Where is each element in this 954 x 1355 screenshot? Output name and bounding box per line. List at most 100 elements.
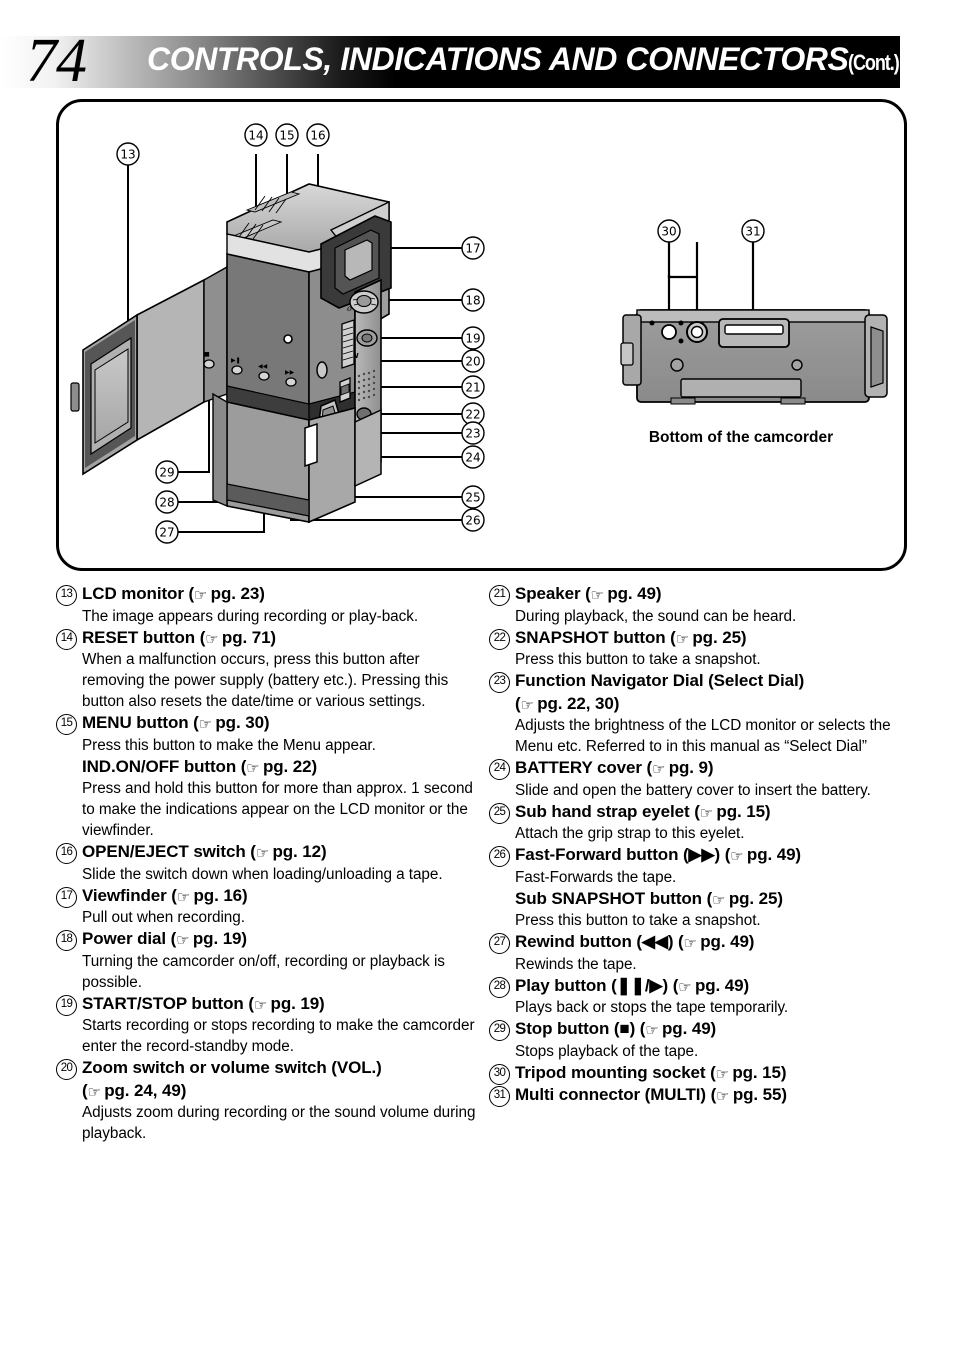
- pointing-hand-icon: ☞: [678, 977, 692, 996]
- list-item: 30 Tripod mounting socket (☞ pg. 15): [489, 1062, 914, 1085]
- page-reference[interactable]: (☞ pg. 49): [585, 584, 661, 604]
- svg-text:31: 31: [745, 225, 760, 239]
- item-title: OPEN/EJECT switch (☞ pg. 12): [82, 841, 481, 864]
- svg-text:27: 27: [159, 526, 174, 540]
- svg-text:21: 21: [465, 381, 480, 395]
- item-description: When a malfunction occurs, press this bu…: [82, 651, 449, 710]
- callout-21: 21: [461, 375, 485, 399]
- list-item: 19 START/STOP button (☞ pg. 19) Starts rec…: [56, 993, 481, 1058]
- item-title: Stop button (■) (☞ pg. 49): [515, 1018, 914, 1041]
- list-item: 22 SNAPSHOT button (☞ pg. 25) Press this b…: [489, 627, 914, 671]
- page-reference[interactable]: (☞ pg. 15): [694, 802, 770, 822]
- item-number-badge: 16: [56, 843, 77, 864]
- svg-text:◀◀: ◀◀: [258, 363, 268, 370]
- item-title: SNAPSHOT button (☞ pg. 25): [515, 627, 914, 650]
- callout-14: 14: [244, 123, 268, 147]
- callout-27: 27: [155, 520, 179, 544]
- item-description: Press this button to take a snapshot.: [515, 651, 761, 668]
- page-reference[interactable]: (☞ pg. 22, 30): [515, 694, 619, 714]
- description-column-left: 13 LCD monitor (☞ pg. 23) The image appear…: [56, 583, 481, 1144]
- pointing-hand-icon: ☞: [590, 586, 605, 604]
- item-number-badge: 27: [489, 933, 510, 954]
- item-description: Attach the grip strap to this eyelet.: [515, 825, 745, 842]
- item-number-badge: 14: [56, 628, 77, 650]
- item-number-badge: 15: [56, 714, 77, 735]
- item-number-badge: 25: [489, 802, 510, 824]
- svg-text:15: 15: [279, 129, 294, 143]
- page-reference[interactable]: (☞ pg. 15): [710, 1063, 786, 1083]
- page-reference[interactable]: (☞ pg. 12): [250, 842, 326, 862]
- callout-19: 19: [461, 326, 485, 350]
- item-title: Viewfinder (☞ pg. 16): [82, 885, 481, 908]
- pointing-hand-icon: ☞: [253, 995, 268, 1014]
- pointing-hand-icon: ☞: [730, 847, 744, 865]
- page-reference[interactable]: (☞ pg. 24, 49): [82, 1081, 186, 1101]
- list-item: 23 Function Navigator Dial (Select Dial)(…: [489, 670, 914, 757]
- page-reference[interactable]: (☞ pg. 49): [678, 932, 754, 952]
- callout-24: 24: [461, 445, 485, 469]
- page-reference[interactable]: (☞ pg. 55): [711, 1085, 787, 1105]
- item-number-badge: 31: [489, 1086, 510, 1107]
- item-title: Zoom switch or volume switch (VOL.) (☞ pg…: [82, 1057, 481, 1102]
- pointing-hand-icon: ☞: [255, 844, 270, 862]
- page-reference[interactable]: (☞ pg. 23): [188, 584, 264, 604]
- page-reference[interactable]: (☞ pg. 16): [171, 886, 247, 906]
- svg-text:18: 18: [465, 294, 480, 308]
- item-number-badge: 19: [56, 994, 77, 1016]
- item-number-badge: 22: [489, 628, 510, 650]
- page-reference[interactable]: (☞ pg. 25): [707, 889, 783, 909]
- page-reference[interactable]: (☞ pg. 9): [647, 758, 714, 778]
- list-item: 21 Speaker (☞ pg. 49) During playback, the…: [489, 583, 914, 627]
- pointing-hand-icon: ☞: [645, 1021, 659, 1039]
- item-title: RESET button (☞ pg. 71): [82, 627, 481, 650]
- item-description: Adjusts zoom during recording or the sou…: [82, 1104, 476, 1142]
- item-description: Pull out when recording.: [82, 909, 245, 926]
- svg-text:■: ■: [204, 351, 210, 358]
- item-number-badge: 13: [56, 585, 77, 606]
- svg-text:19: 19: [465, 332, 480, 346]
- svg-text:25: 25: [465, 491, 480, 505]
- callout-18: 18: [461, 288, 485, 312]
- item-description: Plays back or stops the tape temporarily…: [515, 999, 789, 1016]
- figure-caption: Bottom of the camcorder: [649, 429, 833, 446]
- item-title: Tripod mounting socket (☞ pg. 15): [515, 1062, 914, 1085]
- page-reference[interactable]: (☞ pg. 25): [670, 628, 746, 648]
- pointing-hand-icon: ☞: [198, 715, 213, 733]
- item-number-badge: 29: [489, 1020, 510, 1041]
- list-item: 20 Zoom switch or volume switch (VOL.) (☞ …: [56, 1057, 481, 1144]
- item-number-badge: 23: [489, 672, 510, 693]
- page-reference[interactable]: (☞ pg. 49): [673, 976, 749, 996]
- callout-23: 23: [461, 421, 485, 445]
- svg-text:o: o: [347, 304, 352, 313]
- svg-text:13: 13: [120, 148, 135, 162]
- pointing-hand-icon: ☞: [683, 934, 697, 952]
- pointing-hand-icon: ☞: [699, 803, 714, 822]
- svg-text:26: 26: [465, 514, 480, 528]
- pointing-hand-icon: ☞: [675, 629, 690, 648]
- page-reference[interactable]: (☞ pg. 22): [241, 757, 317, 777]
- item-sub-description: Press and hold this button for more than…: [82, 780, 473, 839]
- item-title: Rewind button (◀◀) (☞ pg. 49): [515, 931, 914, 954]
- callout-17: 17: [461, 236, 485, 260]
- callout-13: 13: [116, 142, 140, 166]
- list-item: 17 Viewfinder (☞ pg. 16) Pull out when rec…: [56, 885, 481, 929]
- page-reference[interactable]: (☞ pg. 49): [640, 1019, 716, 1039]
- item-title: MENU button (☞ pg. 30): [82, 712, 481, 735]
- item-number-badge: 26: [489, 846, 510, 867]
- svg-text:29: 29: [159, 466, 174, 480]
- page-reference[interactable]: (☞ pg. 49): [725, 845, 801, 865]
- item-subtitle: IND.ON/OFF button (☞ pg. 22): [82, 756, 481, 779]
- page-reference[interactable]: (☞ pg. 19): [171, 929, 247, 949]
- page-reference[interactable]: (☞ pg. 19): [248, 994, 324, 1014]
- list-item: 26 Fast-Forward button (▶▶) (☞ pg. 49) Fas…: [489, 844, 914, 931]
- item-description: Fast-Forwards the tape.: [515, 868, 677, 886]
- item-title: Power dial (☞ pg. 19): [82, 928, 481, 951]
- page-reference[interactable]: (☞ pg. 30): [193, 713, 269, 733]
- svg-text:24: 24: [465, 451, 480, 465]
- item-number-badge: 17: [56, 886, 77, 908]
- page-reference[interactable]: (☞ pg. 71): [200, 628, 276, 648]
- item-title: Fast-Forward button (▶▶) (☞ pg. 49): [515, 844, 914, 867]
- illustration-frame: o T W ■ ▶❚: [56, 99, 907, 571]
- svg-text:14: 14: [248, 129, 263, 143]
- list-item: 25 Sub hand strap eyelet (☞ pg. 15) Attach…: [489, 801, 914, 845]
